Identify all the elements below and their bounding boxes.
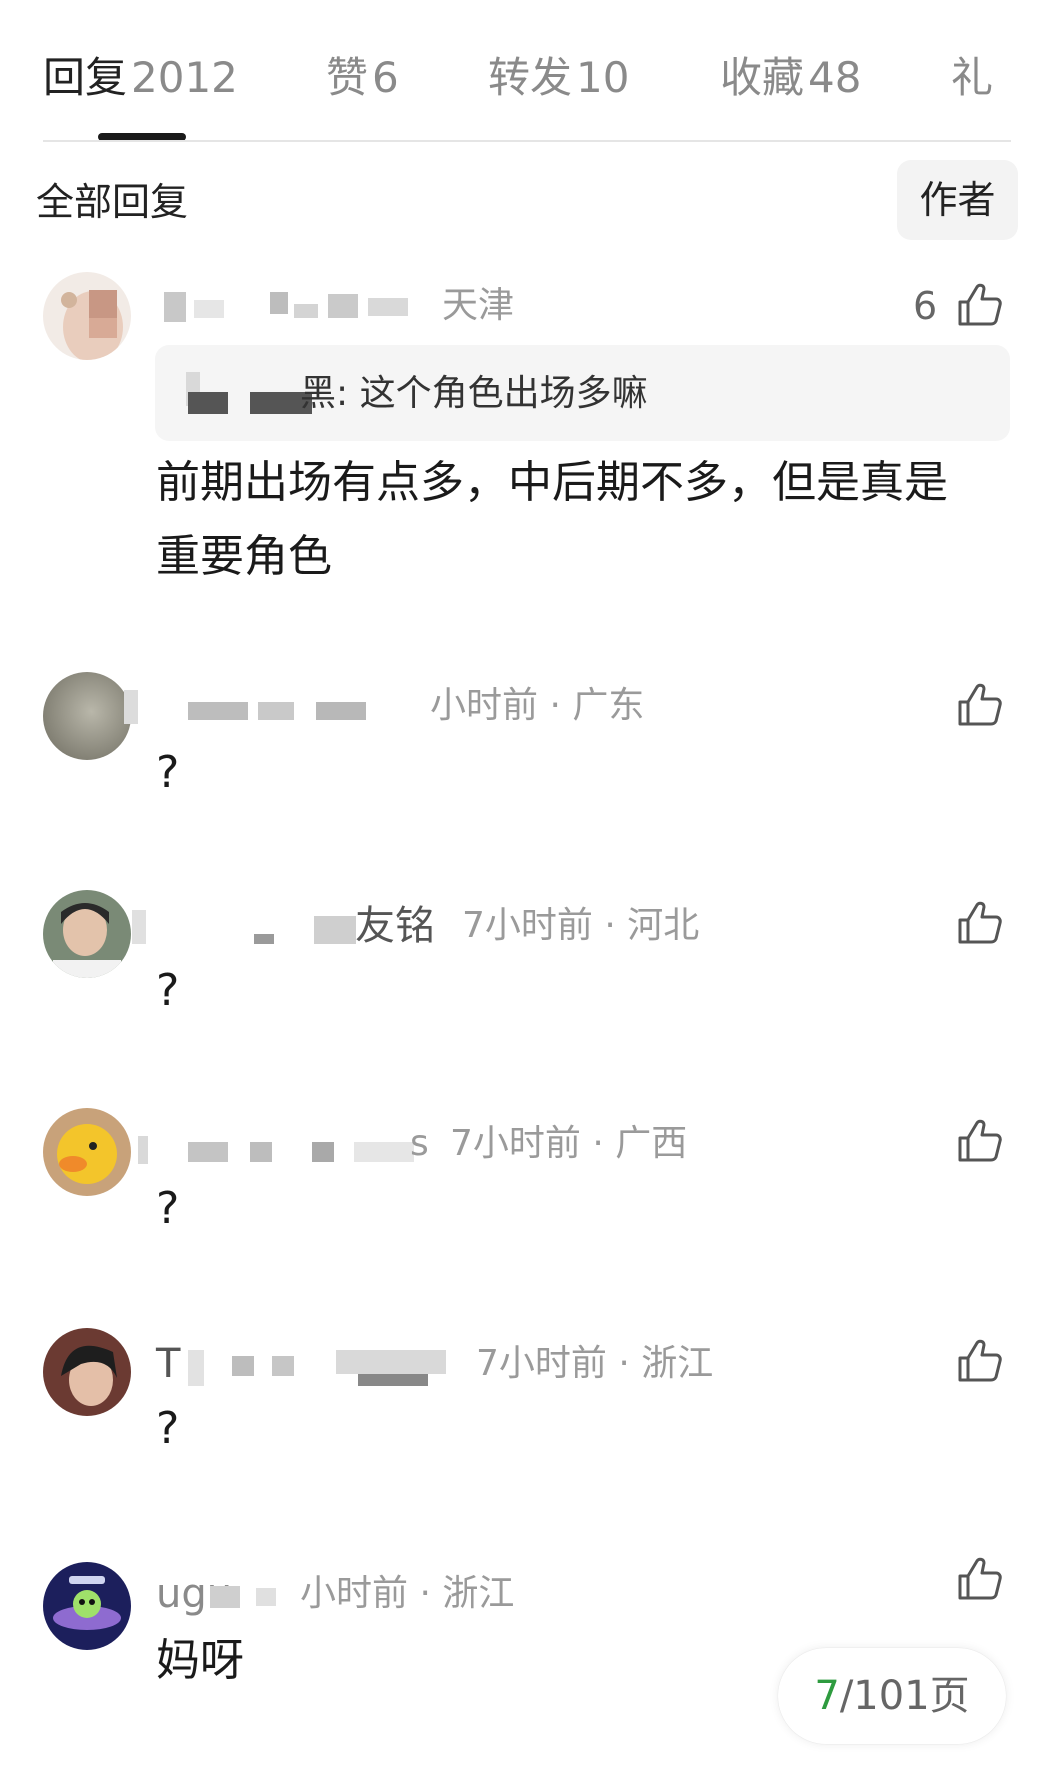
thumbs-up-icon[interactable] — [955, 680, 1005, 730]
avatar-image — [43, 1108, 131, 1196]
like-count: 6 — [913, 284, 938, 328]
comment-content: ? — [156, 1403, 180, 1454]
thumbs-up-icon[interactable] — [955, 898, 1005, 948]
quote-author-blur — [188, 392, 228, 414]
tabs-divider — [43, 140, 1011, 142]
tab-bar: 回复2012 赞6 转发10 收藏48 礼 — [0, 0, 1056, 142]
username-blurred[interactable] — [186, 1350, 456, 1386]
username-blurred[interactable] — [210, 1580, 310, 1616]
comment-content: 前期出场有点多，中后期不多，但是真是 — [156, 457, 948, 508]
username-blurred[interactable] — [138, 1132, 418, 1168]
avatar-image — [43, 272, 131, 360]
avatar[interactable] — [43, 1562, 131, 1650]
tab-favorites[interactable]: 收藏48 — [720, 48, 861, 108]
comment-content: ? — [156, 747, 180, 798]
tab-label: 回复 — [43, 53, 128, 102]
current-page: 7 — [814, 1673, 840, 1719]
comment-content-continued: 重要角色 — [156, 531, 332, 582]
username-head[interactable]: T — [156, 1342, 180, 1386]
tab-reposts[interactable]: 转发10 — [488, 48, 629, 108]
comment-meta: 小时前 · 浙江 — [300, 1573, 515, 1614]
avatar[interactable] — [43, 272, 131, 360]
comment-content: ? — [156, 965, 180, 1016]
tab-count: 2012 — [131, 53, 238, 102]
tab-label: 收藏 — [720, 53, 805, 102]
page-indicator[interactable]: 7/101页 — [778, 1648, 1006, 1744]
tab-label: 转发 — [488, 53, 573, 102]
author-filter-button[interactable]: 作者 — [897, 160, 1018, 240]
comment-meta: 7小时前 · 河北 — [462, 905, 700, 946]
comment-meta: 7小时前 · 浙江 — [476, 1343, 714, 1384]
all-replies-label: 全部回复 — [36, 180, 189, 224]
username-blurred[interactable] — [124, 690, 428, 726]
thumbs-up-icon[interactable] — [955, 1554, 1005, 1604]
quoted-text: 黑: 这个角色出场多嘛 — [300, 373, 648, 414]
tab-likes[interactable]: 赞6 — [326, 48, 399, 108]
avatar[interactable] — [43, 890, 131, 978]
thumbs-up-icon[interactable] — [955, 1116, 1005, 1166]
comment-meta: 小时前 · 广东 — [430, 685, 645, 726]
username-tail[interactable]: 友铭 — [355, 904, 435, 948]
tab-label: 礼 — [951, 53, 994, 102]
comment-content: 妈呀 — [156, 1635, 244, 1686]
thumbs-up-icon[interactable] — [955, 1336, 1005, 1386]
username-blurred[interactable] — [158, 288, 418, 324]
tab-replies[interactable]: 回复2012 — [43, 48, 238, 108]
avatar[interactable] — [43, 1328, 131, 1416]
avatar-image — [43, 1328, 131, 1416]
avatar-image — [43, 1562, 131, 1650]
total-pages: /101页 — [839, 1673, 970, 1719]
comment-meta: 7小时前 · 广西 — [450, 1123, 688, 1164]
avatar[interactable] — [43, 1108, 131, 1196]
tab-gifts[interactable]: 礼 — [951, 48, 1001, 108]
username-tail[interactable]: s — [410, 1122, 429, 1166]
comment-meta: 天津 — [442, 285, 515, 326]
thumbs-up-icon[interactable] — [955, 280, 1005, 330]
tab-label: 赞 — [326, 53, 369, 102]
avatar-image — [43, 890, 131, 978]
avatar-image — [43, 672, 131, 760]
comment-content: ? — [156, 1183, 180, 1234]
tab-count: 6 — [372, 53, 399, 102]
tab-count: 48 — [808, 53, 862, 102]
tab-count: 10 — [576, 53, 630, 102]
avatar[interactable] — [43, 672, 131, 760]
